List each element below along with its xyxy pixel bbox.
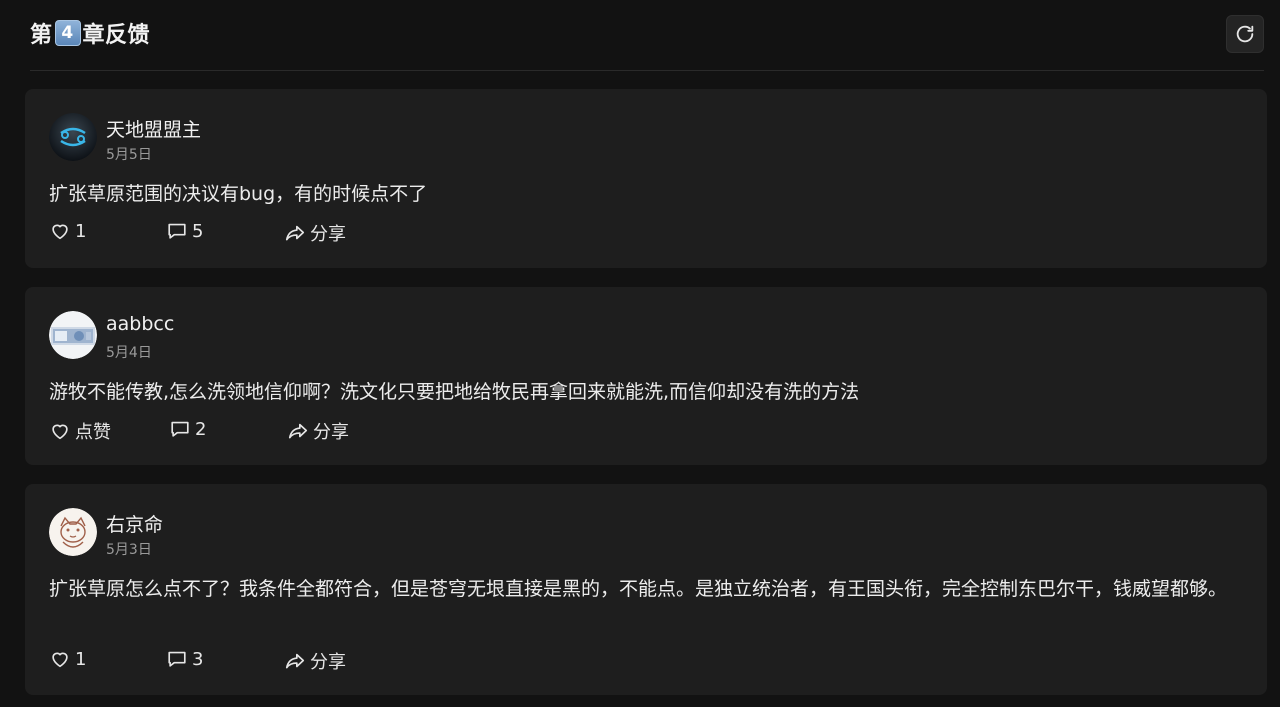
avatar[interactable] [49, 311, 97, 359]
share-icon [288, 423, 308, 439]
feedback-page: 第 4 章反馈 天地盟盟主 5月5日 扩张草原范围的决议有bug，有的时候点不了… [0, 0, 1280, 707]
like-button[interactable]: 1 [49, 648, 86, 670]
comment-button[interactable]: 5 [166, 220, 203, 242]
comment-button[interactable]: 3 [166, 648, 203, 670]
author-name[interactable]: aabbcc [106, 313, 174, 335]
comment-count: 2 [195, 418, 207, 440]
share-icon [285, 225, 305, 241]
post-card: 右京命 5月3日 扩张草原怎么点不了？我条件全都符合，但是苍穹无垠直接是黑的，不… [25, 484, 1267, 695]
refresh-icon [1236, 25, 1254, 43]
author-name[interactable]: 右京命 [106, 510, 163, 537]
post-date: 5月3日 [106, 542, 152, 558]
title-prefix: 第 [30, 23, 53, 48]
post-content: 扩张草原范围的决议有bug，有的时候点不了 [49, 183, 428, 205]
banknote-avatar [49, 311, 97, 359]
page-title: 第 4 章反馈 [30, 18, 150, 48]
title-suffix: 章反馈 [82, 23, 151, 48]
comment-count: 5 [192, 220, 204, 242]
share-button[interactable]: 分享 [284, 220, 346, 246]
cancer-zodiac-avatar [49, 113, 97, 161]
heart-icon [52, 652, 68, 668]
post-date: 5月5日 [106, 147, 152, 163]
chapter-number-badge: 4 [54, 20, 81, 46]
post-card: 天地盟盟主 5月5日 扩张草原范围的决议有bug，有的时候点不了 1 5 分享 [25, 89, 1267, 268]
comment-button[interactable]: 2 [169, 418, 206, 440]
post-content: 扩张草原怎么点不了？我条件全都符合，但是苍穹无垠直接是黑的，不能点。是独立统治者… [49, 578, 1228, 600]
post-card: aabbcc 5月4日 游牧不能传教,怎么洗领地信仰啊？洗文化只要把地给牧民再拿… [25, 287, 1267, 465]
comment-count: 3 [192, 648, 204, 670]
author-name[interactable]: 天地盟盟主 [106, 115, 201, 142]
like-button[interactable]: 点赞 [49, 418, 111, 444]
share-icon [285, 653, 305, 669]
page-header: 第 4 章反馈 [30, 0, 1264, 71]
heart-icon [52, 424, 68, 440]
heart-icon [52, 224, 68, 240]
like-label: 1 [75, 220, 87, 242]
comment-icon [168, 223, 186, 239]
cat-sketch-avatar [49, 508, 97, 556]
like-label: 1 [75, 648, 87, 670]
refresh-button[interactable] [1226, 15, 1264, 53]
comment-icon [171, 421, 189, 437]
post-content: 游牧不能传教,怎么洗领地信仰啊？洗文化只要把地给牧民再拿回来就能洗,而信仰却没有… [49, 381, 860, 403]
share-label: 分享 [310, 652, 346, 673]
share-button[interactable]: 分享 [287, 418, 349, 444]
share-button[interactable]: 分享 [284, 648, 346, 674]
avatar[interactable] [49, 113, 97, 161]
like-label: 点赞 [75, 422, 111, 443]
share-label: 分享 [310, 224, 346, 245]
post-date: 5月4日 [106, 345, 152, 361]
like-button[interactable]: 1 [49, 220, 86, 242]
share-label: 分享 [313, 422, 349, 443]
avatar[interactable] [49, 508, 97, 556]
comment-icon [168, 651, 186, 667]
